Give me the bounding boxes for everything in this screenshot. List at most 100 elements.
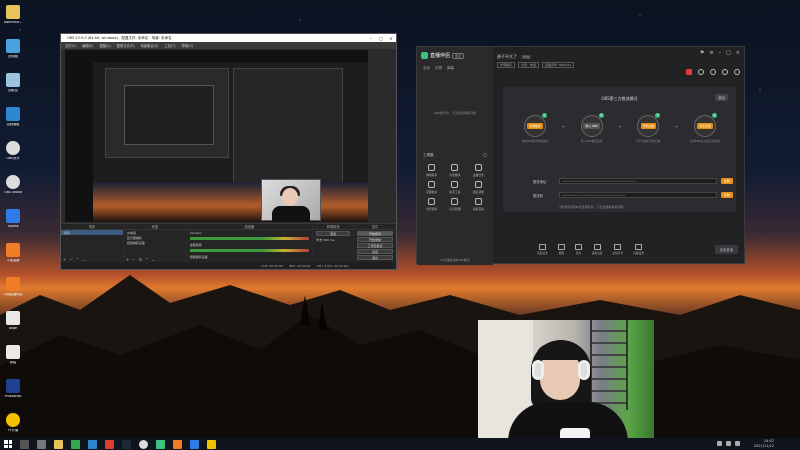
gift-icon[interactable]	[686, 69, 692, 75]
bottom-tool[interactable]: 画面设置	[537, 243, 548, 255]
link-icon[interactable]	[734, 69, 740, 75]
music-icon	[428, 198, 436, 205]
assistant-taskbar-icon[interactable]	[156, 439, 165, 449]
douyu-taskbar-icon[interactable]	[173, 439, 182, 449]
edge-icon[interactable]	[88, 439, 97, 449]
streaming-assistant-window[interactable]: 直播伴侣 测试 互动 礼物 弹幕 OBS推流中，无法使用弹幕功能 工具箱 ◯ 弹…	[416, 46, 745, 265]
studio-mode-button[interactable]: 工作室模式	[357, 243, 393, 248]
steam-icon[interactable]	[122, 439, 131, 449]
network-icon[interactable]	[717, 441, 722, 446]
desktop-icon-douyu[interactable]: 斗鱼直播	[2, 240, 24, 273]
maximize-icon[interactable]: □	[726, 50, 731, 56]
desktop-icon-control-panel[interactable]: 控制面板	[2, 104, 24, 137]
desktop-icon-new[interactable]: 新建	[2, 342, 24, 375]
bottom-tool[interactable]: 截图	[557, 243, 565, 255]
desktop-icon-obs-studio[interactable]: OBS Studio	[2, 172, 24, 205]
bottom-tool[interactable]: 录屏	[574, 243, 582, 255]
desktop-icon-computer[interactable]: 此电脑	[2, 36, 24, 69]
share-icon[interactable]	[698, 69, 704, 75]
start-recording-button[interactable]: 开始录制	[357, 237, 393, 242]
tool-item[interactable]: 连麦功能	[468, 181, 489, 194]
wechat-icon[interactable]	[71, 439, 80, 449]
step-label: 复制推流	[527, 123, 543, 129]
settings-button[interactable]: 设置	[357, 249, 393, 254]
taskbar-clock[interactable]: 14:07 2021/11/12	[754, 439, 774, 449]
bell-icon[interactable]	[722, 69, 728, 75]
step-item: 结束直播 4 关闭OBS后点击结束直播	[685, 113, 725, 155]
tool-item[interactable]: 多屏互动	[468, 198, 489, 211]
menu-profile[interactable]: 配置文件(P)	[117, 43, 135, 48]
bottom-tool[interactable]: 直播设置	[633, 243, 644, 255]
tab-gifts[interactable]: 礼物	[435, 66, 442, 71]
close-icon[interactable]: ×	[386, 36, 396, 41]
desktop-icon-user[interactable]: Administr...	[2, 2, 24, 35]
copy-url-button[interactable]: 复制	[720, 178, 733, 184]
stream-key-input[interactable]: ••••••••••••••••••••••••••••••••••••	[559, 192, 717, 198]
windows-start-icon[interactable]	[4, 440, 12, 448]
settings-circle-icon[interactable]: ◯	[483, 153, 487, 158]
obs-preview-canvas[interactable]	[65, 50, 368, 222]
tool-item[interactable]: 主播日志	[468, 164, 489, 177]
desktop-icon-todesk[interactable]: ToDesk	[2, 206, 24, 239]
step-label[interactable]: 结束直播	[697, 123, 713, 129]
end-live-button[interactable]: 结束直播	[714, 245, 738, 254]
photoshop-icon	[6, 379, 20, 393]
audio-meter[interactable]	[189, 249, 310, 252]
desktop-icon-obs-multi[interactable]: OBS多开	[2, 138, 24, 171]
tool-item[interactable]: 房间管理	[444, 198, 465, 211]
room-zone[interactable]: 分区：未选	[518, 62, 540, 68]
task-view-icon[interactable]	[37, 439, 46, 449]
menu-edit[interactable]: 编辑(E)	[82, 43, 93, 48]
tool-item[interactable]: 房管助手	[444, 164, 465, 177]
step-label[interactable]: 开始直播	[640, 123, 656, 129]
beauty-icon	[593, 243, 601, 250]
start-streaming-button[interactable]: 开始推流	[357, 231, 393, 236]
tab-interact[interactable]: 互动	[423, 66, 430, 71]
ime-icon[interactable]	[735, 441, 740, 446]
stream-url-input[interactable]: ••••••••••••••••••••••••••••••••••••••••…	[559, 178, 717, 184]
menu-icon[interactable]: ≡	[709, 50, 713, 56]
audio-meter[interactable]	[189, 237, 310, 240]
file-explorer-icon[interactable]	[54, 439, 63, 449]
duration-input[interactable]: 300 ms	[323, 238, 334, 242]
tool-item[interactable]: 弹幕助手	[421, 164, 442, 177]
obs-taskbar-icon[interactable]	[139, 439, 148, 449]
minimize-icon[interactable]: –	[366, 36, 376, 41]
tab-danmaku[interactable]: 弹幕	[447, 66, 454, 71]
menu-file[interactable]: 文件(F)	[65, 43, 76, 48]
room-category[interactable]: 华南聊天	[497, 62, 516, 68]
menu-scene-collection[interactable]: 场景集合(S)	[141, 43, 159, 48]
desktop-icon-photoshop[interactable]: Photoshop	[2, 376, 24, 409]
tool-item[interactable]: 录屏助手	[421, 181, 442, 194]
desktop-icon-douyu-companion[interactable]: 斗鱼直播伴侣	[2, 274, 24, 307]
transition-select[interactable]: 渐变	[316, 231, 351, 236]
copy-key-button[interactable]: 复制	[720, 192, 733, 198]
todesk-taskbar-icon[interactable]	[190, 439, 199, 449]
minimize-icon[interactable]: –	[719, 50, 722, 56]
obs-title-bar[interactable]: OBS 23.0.0 (64-bit, windows) - 配置文件: 未命名…	[61, 34, 396, 42]
shirt-icon[interactable]: ⚑	[700, 50, 704, 56]
maximize-icon[interactable]: □	[376, 36, 386, 41]
scene-item[interactable]: 场景	[61, 230, 123, 235]
source-item[interactable]: 视频捕获设备	[124, 240, 186, 245]
menu-tools[interactable]: 工具(T)	[164, 43, 175, 48]
chrome-icon[interactable]	[105, 439, 114, 449]
menu-help[interactable]: 帮助(H)	[182, 43, 194, 48]
close-icon[interactable]: ×	[736, 50, 740, 56]
desktop-icon-page[interactable]: page	[2, 308, 24, 341]
settings-icon[interactable]	[710, 69, 716, 75]
yy-taskbar-icon[interactable]	[207, 439, 216, 449]
bottom-tool[interactable]: 虚拟背景	[613, 243, 623, 255]
desktop-icon-recycle[interactable]: 回收站	[2, 70, 24, 103]
search-icon[interactable]	[20, 439, 29, 449]
edit-room-button[interactable]: 修改	[521, 55, 532, 59]
bottom-tool[interactable]: 美颜设置	[592, 243, 603, 255]
tool-item[interactable]: 投票工具	[444, 181, 465, 194]
tool-item[interactable]: 音乐插件	[421, 198, 442, 211]
plus-icon: +	[561, 124, 565, 129]
exit-button[interactable]: 退出	[357, 255, 393, 260]
obs-window[interactable]: OBS 23.0.0 (64-bit, windows) - 配置文件: 未命名…	[60, 33, 397, 270]
volume-icon[interactable]	[726, 441, 731, 446]
exit-mode-button[interactable]: 退出	[715, 94, 728, 101]
menu-view[interactable]: 视图(V)	[99, 43, 110, 48]
